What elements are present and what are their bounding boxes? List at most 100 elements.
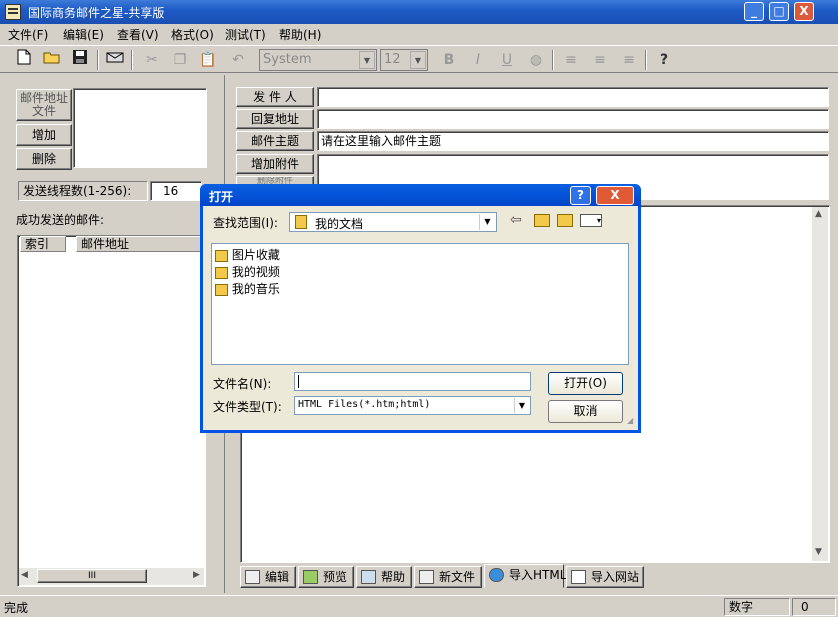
back-icon[interactable]: ⇦ bbox=[510, 212, 522, 228]
sender-input[interactable] bbox=[317, 87, 829, 107]
file-list[interactable]: 图片收藏 我的视频 我的音乐 bbox=[211, 243, 629, 365]
scroll-left-icon[interactable]: ◀ bbox=[21, 570, 28, 580]
open-dialog: 打开 ? X 查找范围(I): 我的文档 ▼ ⇦ ▾ 图片收藏 我的视频 我的音… bbox=[200, 184, 641, 433]
sent-mails-list[interactable]: 索引 邮件地址 ◀ III ▶ bbox=[17, 235, 206, 587]
chevron-down-icon[interactable]: ▼ bbox=[514, 398, 529, 413]
toolbar: ✂ ❐ 📋 ↶ System ▼ 12 ▼ B I U ◍ ≡ ≡ ≡ ? bbox=[0, 45, 838, 73]
copy-icon[interactable]: ❐ bbox=[169, 49, 191, 71]
dialog-title: 打开 bbox=[209, 190, 234, 204]
resize-grip[interactable]: ◢ bbox=[627, 416, 633, 425]
paste-icon[interactable]: 📋 bbox=[197, 49, 219, 71]
dialog-title-bar: 打开 ? X bbox=[200, 184, 641, 206]
menu-help[interactable]: 帮助(H) bbox=[279, 26, 321, 43]
folder-pictures-icon bbox=[215, 249, 228, 262]
font-size-select[interactable]: 12 ▼ bbox=[380, 49, 428, 71]
align-left-icon[interactable]: ≡ bbox=[560, 49, 582, 71]
cancel-button[interactable]: 取消 bbox=[548, 400, 623, 423]
app-icon[interactable] bbox=[5, 4, 21, 20]
open-button[interactable]: 打开(O) bbox=[548, 372, 623, 395]
scroll-up-icon[interactable]: ▲ bbox=[815, 209, 822, 219]
tab-preview[interactable]: 预览 bbox=[298, 566, 354, 588]
list-item[interactable]: 我的音乐 bbox=[215, 280, 280, 296]
color-icon[interactable]: ◍ bbox=[525, 49, 547, 71]
folder-videos-icon bbox=[215, 266, 228, 279]
tab-help[interactable]: 帮助 bbox=[356, 566, 412, 588]
look-in-select[interactable]: 我的文档 ▼ bbox=[289, 212, 497, 232]
status-bar: 完成 数字 0 bbox=[0, 595, 838, 617]
font-select[interactable]: System ▼ bbox=[259, 49, 377, 71]
menu-file[interactable]: 文件(F) bbox=[8, 26, 48, 43]
view-menu-icon[interactable]: ▾ bbox=[580, 214, 602, 227]
sent-mails-label: 成功发送的邮件: bbox=[16, 213, 105, 227]
close-button[interactable]: X bbox=[794, 2, 814, 21]
help-icon[interactable]: ? bbox=[653, 49, 675, 71]
ie-icon bbox=[489, 568, 504, 582]
menu-view[interactable]: 查看(V) bbox=[117, 26, 159, 43]
underline-button[interactable]: U bbox=[496, 49, 518, 71]
bold-button[interactable]: B bbox=[438, 49, 460, 71]
menu-test[interactable]: 测试(T) bbox=[225, 26, 266, 43]
tab-import-html[interactable]: 导入HTML bbox=[484, 564, 566, 588]
address-file-button[interactable]: 邮件地址文件 bbox=[16, 89, 72, 121]
window-title: 国际商务邮件之星-共享版 bbox=[28, 6, 165, 20]
save-icon[interactable] bbox=[69, 49, 91, 71]
subject-input[interactable]: 请在这里输入邮件主题 bbox=[317, 131, 829, 151]
status-mode: 数字 bbox=[724, 598, 790, 616]
new-file-icon bbox=[419, 570, 434, 584]
open-folder-icon[interactable] bbox=[41, 49, 63, 71]
sender-label: 发 件 人 bbox=[236, 87, 314, 107]
status-count: 0 bbox=[792, 598, 836, 616]
filename-input[interactable] bbox=[294, 372, 531, 391]
document-icon bbox=[245, 570, 260, 584]
maximize-button[interactable]: □ bbox=[769, 2, 789, 21]
toolbar-separator bbox=[131, 50, 133, 70]
left-panel: 邮件地址文件 增加 删除 发送线程数(1-256): 16 成功发送的邮件: 索… bbox=[0, 75, 222, 593]
title-bar: 国际商务邮件之星-共享版 _ □ X bbox=[0, 0, 838, 24]
thread-count-input[interactable]: 16 bbox=[150, 181, 202, 201]
toolbar-separator bbox=[552, 50, 554, 70]
chevron-down-icon: ▼ bbox=[359, 51, 375, 69]
align-right-icon[interactable]: ≡ bbox=[618, 49, 640, 71]
address-file-box[interactable] bbox=[73, 88, 207, 168]
filetype-select[interactable]: HTML Files(*.htm;html) ▼ bbox=[294, 396, 531, 415]
help-doc-icon bbox=[361, 570, 376, 584]
tab-new-file[interactable]: 新文件 bbox=[414, 566, 482, 588]
add-button[interactable]: 增加 bbox=[16, 124, 72, 146]
cut-icon[interactable]: ✂ bbox=[141, 49, 163, 71]
reply-address-label: 回复地址 bbox=[236, 109, 314, 129]
folder-music-icon bbox=[215, 283, 228, 296]
send-icon[interactable] bbox=[104, 49, 126, 71]
scroll-thumb[interactable]: III bbox=[37, 569, 147, 583]
menu-bar: 文件(F) 编辑(E) 查看(V) 格式(O) 测试(T) 帮助(H) bbox=[0, 24, 838, 44]
reply-address-input[interactable] bbox=[317, 109, 829, 129]
new-file-icon[interactable] bbox=[13, 49, 35, 71]
up-folder-icon[interactable] bbox=[534, 214, 550, 227]
italic-button[interactable]: I bbox=[467, 49, 489, 71]
dialog-help-button[interactable]: ? bbox=[570, 186, 591, 205]
dialog-close-button[interactable]: X bbox=[596, 186, 634, 205]
new-folder-icon[interactable] bbox=[557, 214, 573, 227]
status-text: 完成 bbox=[4, 601, 29, 615]
tab-edit[interactable]: 编辑 bbox=[240, 566, 296, 588]
align-center-icon[interactable]: ≡ bbox=[589, 49, 611, 71]
minimize-button[interactable]: _ bbox=[744, 2, 764, 21]
undo-icon[interactable]: ↶ bbox=[227, 49, 249, 71]
menu-edit[interactable]: 编辑(E) bbox=[63, 26, 104, 43]
vertical-scrollbar[interactable]: ▲ ▼ bbox=[812, 207, 828, 561]
delete-button[interactable]: 删除 bbox=[16, 148, 72, 170]
column-email[interactable]: 邮件地址 bbox=[76, 236, 206, 252]
horizontal-scrollbar[interactable]: ◀ III ▶ bbox=[19, 568, 204, 585]
toolbar-separator bbox=[97, 50, 99, 70]
preview-icon bbox=[303, 570, 318, 584]
chevron-down-icon[interactable]: ▼ bbox=[479, 214, 495, 230]
column-index[interactable]: 索引 bbox=[20, 236, 66, 252]
scroll-down-icon[interactable]: ▼ bbox=[815, 547, 822, 557]
toolbar-separator bbox=[645, 50, 647, 70]
list-item[interactable]: 我的视频 bbox=[215, 263, 280, 279]
tab-import-website[interactable]: 导入网站 bbox=[566, 566, 644, 588]
add-attachment-button[interactable]: 增加附件 bbox=[236, 154, 314, 174]
list-item[interactable]: 图片收藏 bbox=[215, 246, 280, 262]
menu-format[interactable]: 格式(O) bbox=[171, 26, 214, 43]
scroll-right-icon[interactable]: ▶ bbox=[193, 570, 200, 580]
filename-label: 文件名(N): bbox=[213, 377, 272, 391]
